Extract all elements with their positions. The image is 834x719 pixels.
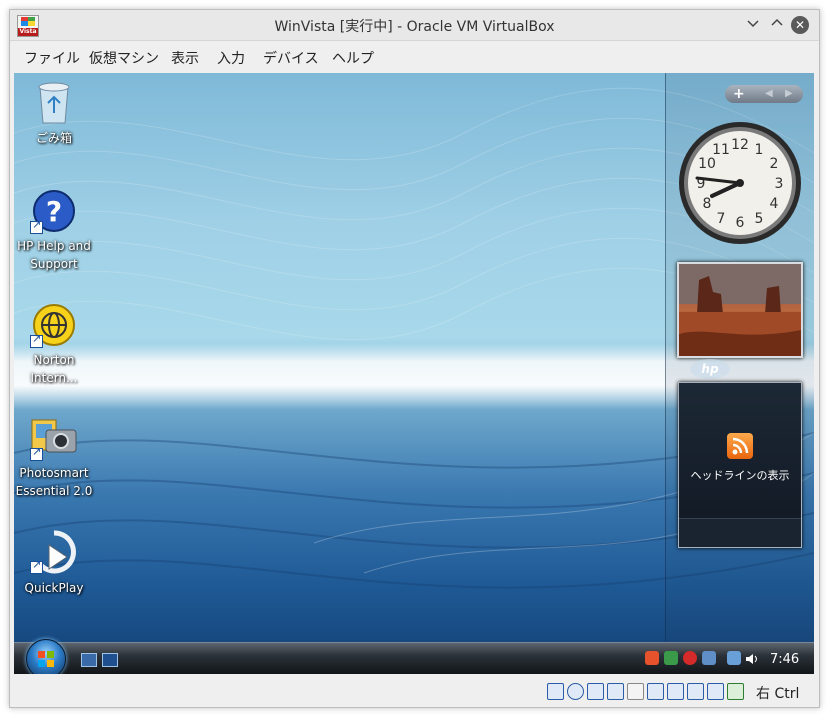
show-desktop-icon[interactable] [81, 653, 97, 667]
audio-icon[interactable] [587, 683, 604, 700]
rss-icon [727, 433, 753, 459]
security-alert-icon[interactable] [645, 651, 659, 665]
desktop-icon-label-line1: HP Help and [17, 239, 91, 253]
chevron-down-icon [747, 20, 759, 28]
usb-icon[interactable] [627, 683, 644, 700]
desktop-icon-norton[interactable]: Norton Intern... [14, 303, 97, 387]
cpu-icon[interactable] [707, 683, 724, 700]
windows-logo-icon [38, 651, 54, 667]
network-icon[interactable] [727, 651, 741, 665]
network-adapter-icon[interactable] [607, 683, 624, 700]
desktop-icon-label-line2: Essential 2.0 [15, 484, 93, 498]
start-button[interactable] [26, 639, 66, 674]
menu-bar: ファイル 仮想マシン 表示 入力 デバイス ヘルプ [10, 41, 819, 70]
menu-devices[interactable]: デバイス [263, 48, 319, 68]
recycle-bin-icon [38, 82, 70, 124]
menu-machine[interactable]: 仮想マシン [89, 48, 159, 68]
clock-number: 3 [775, 176, 784, 192]
status-bar: 右 Ctrl [10, 675, 819, 707]
clock-number: 6 [736, 215, 745, 231]
display-icon[interactable] [667, 683, 684, 700]
shortcut-arrow-icon [30, 558, 43, 574]
virtualbox-window: Vista WinVista [実行中] - Oracle VM Virtual… [9, 9, 820, 708]
taskbar: 7:46 [14, 639, 814, 674]
desktop-icon-label: QuickPlay [24, 581, 84, 595]
desktop-icon-label-line2: Support [30, 257, 78, 271]
recording-icon[interactable] [687, 683, 704, 700]
volume-icon[interactable] [745, 651, 759, 665]
close-button[interactable]: ✕ [791, 16, 809, 34]
vm-display[interactable]: ごみ箱 ? HP Help and Support Norton Intern.… [14, 73, 814, 674]
network-status-icon[interactable] [664, 651, 678, 665]
svg-text:?: ? [46, 195, 62, 228]
clock-number: 11 [712, 142, 730, 158]
landscape-photo [679, 264, 801, 356]
clock-number: 1 [755, 142, 764, 158]
slideshow-gadget[interactable] [677, 262, 803, 358]
menu-view[interactable]: 表示 [171, 48, 199, 68]
feed-footer [679, 518, 801, 547]
prev-gadget-button[interactable]: ◀ [765, 85, 773, 103]
mouse-integration-icon[interactable] [727, 683, 744, 700]
desktop-icon-photosmart[interactable]: Photosmart Essential 2.0 [14, 416, 97, 500]
clock-number: 2 [770, 156, 779, 172]
clock-gadget[interactable]: 12 1 2 3 4 5 6 7 8 9 10 11 [677, 120, 803, 246]
maximize-button[interactable] [767, 15, 787, 35]
clock-number: 10 [698, 156, 716, 172]
clock-number: 5 [755, 211, 764, 227]
menu-file[interactable]: ファイル [24, 48, 80, 68]
host-key-label: 右 Ctrl [756, 686, 800, 702]
desktop-icon-label: ごみ箱 [35, 131, 72, 145]
title-bar[interactable]: Vista WinVista [実行中] - Oracle VM Virtual… [10, 10, 819, 41]
desktop-icon-label-line1: Photosmart [19, 466, 89, 480]
shortcut-arrow-icon [30, 332, 43, 348]
menu-input[interactable]: 入力 [217, 48, 245, 68]
switch-windows-icon[interactable] [102, 653, 118, 667]
clock-number: 8 [703, 196, 712, 212]
feed-headlines-gadget[interactable]: ヘッドラインの表示 [678, 382, 802, 548]
close-icon: ✕ [794, 18, 806, 32]
clock-number: 4 [770, 196, 779, 212]
desktop-icon-label-line1: Norton [33, 353, 75, 367]
next-gadget-button[interactable]: ▶ [785, 85, 793, 103]
chevron-up-icon [771, 18, 783, 26]
clock-number: 7 [717, 211, 726, 227]
feed-label[interactable]: ヘッドラインの表示 [679, 467, 801, 483]
optical-drive-icon[interactable] [567, 683, 584, 700]
desktop-icon-label-line2: Intern... [30, 371, 78, 385]
taskbar-clock[interactable]: 7:46 [770, 652, 799, 667]
window-title: WinVista [実行中] - Oracle VM VirtualBox [274, 19, 555, 35]
menu-help[interactable]: ヘルプ [332, 48, 374, 68]
hp-logo: hp [690, 359, 730, 379]
error-icon[interactable] [683, 651, 697, 665]
desktop-icon-recycle-bin[interactable]: ごみ箱 [14, 79, 97, 147]
desktop-icon-quickplay[interactable]: QuickPlay [14, 529, 97, 597]
gadget-controls: + ◀ ▶ [725, 85, 803, 103]
clock-number: 12 [731, 137, 749, 153]
add-gadget-button[interactable]: + [733, 85, 745, 103]
minimize-button[interactable] [743, 15, 763, 35]
desktop-icon-hp-help[interactable]: ? HP Help and Support [14, 189, 97, 273]
shortcut-arrow-icon [30, 218, 43, 234]
shared-folders-icon[interactable] [647, 683, 664, 700]
hard-disk-icon[interactable] [547, 683, 564, 700]
device-icon[interactable] [702, 651, 716, 665]
shortcut-arrow-icon [30, 445, 43, 461]
